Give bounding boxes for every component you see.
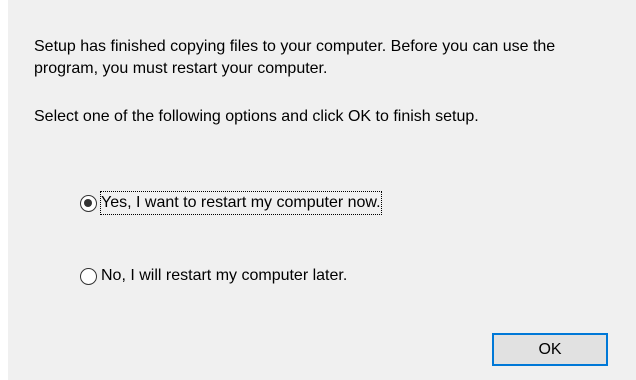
restart-now-label[interactable]: Yes, I want to restart my computer now. bbox=[100, 191, 382, 215]
restart-later-label[interactable]: No, I will restart my computer later. bbox=[101, 265, 347, 287]
restart-now-option[interactable]: Yes, I want to restart my computer now. bbox=[80, 191, 382, 215]
setup-complete-dialog: Setup has finished copying files to your… bbox=[8, 0, 636, 380]
select-option-instruction: Select one of the following options and … bbox=[34, 108, 479, 125]
ok-button[interactable]: OK bbox=[492, 333, 608, 366]
restart-now-radio[interactable] bbox=[80, 194, 97, 212]
setup-finished-message: Setup has finished copying files to your… bbox=[34, 38, 556, 77]
restart-later-radio[interactable] bbox=[80, 267, 97, 285]
restart-later-option[interactable]: No, I will restart my computer later. bbox=[80, 264, 347, 288]
